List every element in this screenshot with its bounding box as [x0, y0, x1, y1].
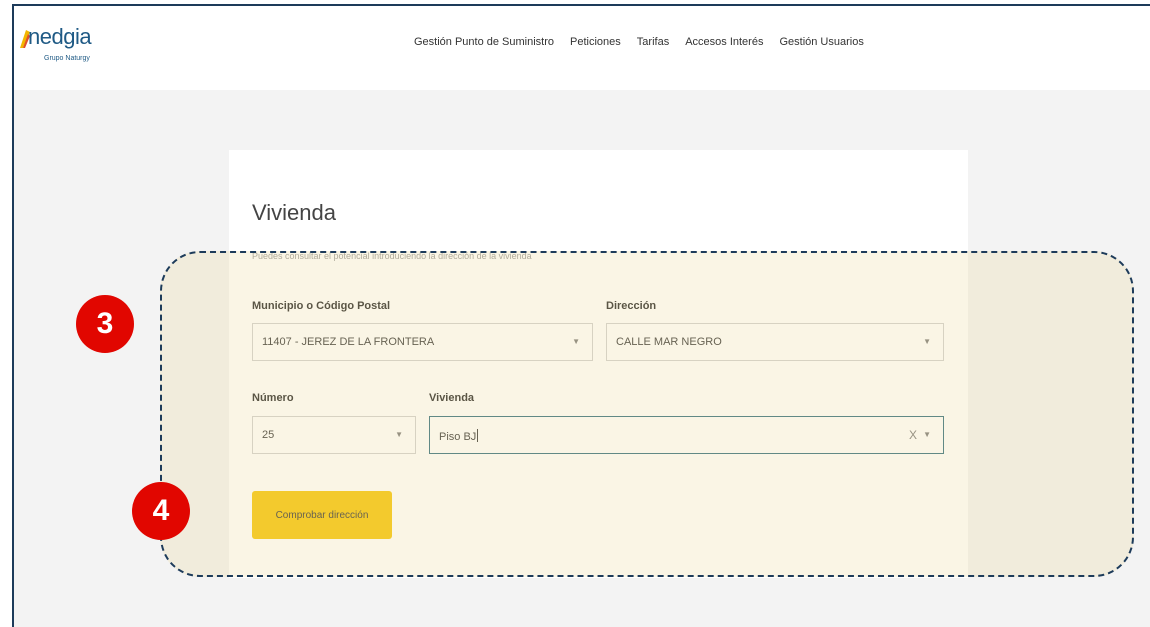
- nav-accesos-interes[interactable]: Accesos Interés: [685, 36, 763, 48]
- nav-tarifas[interactable]: Tarifas: [637, 36, 669, 48]
- step-3-badge: 3: [76, 295, 134, 353]
- annotation-highlight-region: [160, 251, 1134, 577]
- nav-peticiones[interactable]: Peticiones: [570, 36, 621, 48]
- top-header: nedgia Grupo Naturgy Gestión Punto de Su…: [14, 6, 1150, 90]
- main-nav: Gestión Punto de Suministro Peticiones T…: [414, 36, 880, 48]
- nav-gestion-punto-suministro[interactable]: Gestión Punto de Suministro: [414, 36, 554, 48]
- logo-wordmark: nedgia: [28, 24, 92, 49]
- app-frame: nedgia Grupo Naturgy Gestión Punto de Su…: [12, 4, 1150, 627]
- page-title: Vivienda: [252, 200, 336, 225]
- step-4-badge: 4: [132, 482, 190, 540]
- nav-gestion-usuarios[interactable]: Gestión Usuarios: [779, 36, 863, 48]
- logo-subtitle: Grupo Naturgy: [44, 55, 90, 62]
